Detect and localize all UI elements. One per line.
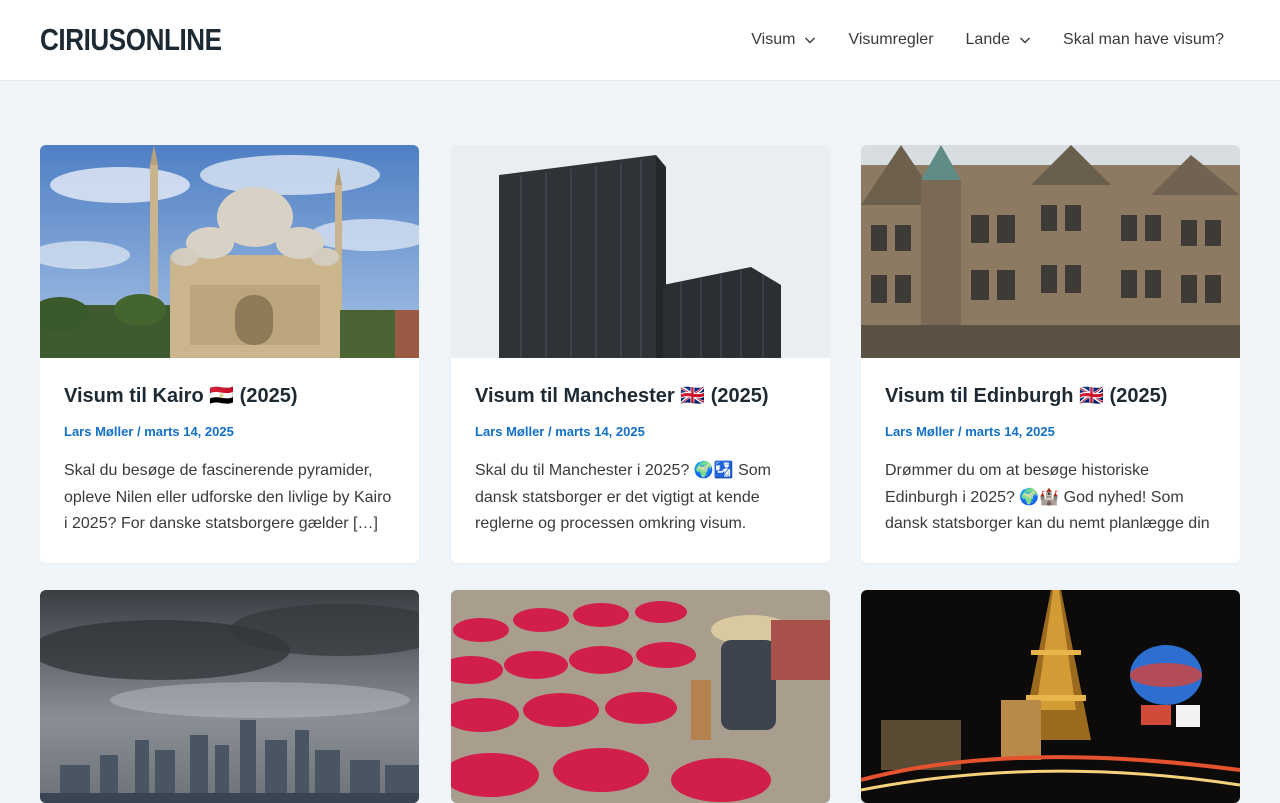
nav-item-label: Lande [965,31,1011,48]
meta-separator: / [954,424,966,439]
post-card: Visum til Kairo 🇪🇬 (2025) Lars Møller / … [40,145,419,563]
post-meta: Lars Møller / marts 14, 2025 [475,424,806,440]
post-title[interactable]: Visum til Kairo 🇪🇬 (2025) [64,382,395,410]
chevron-down-icon [804,34,816,46]
post-thumbnail-incense[interactable] [451,590,830,803]
post-thumbnail-edinburgh[interactable] [861,145,1240,358]
site-logo[interactable]: CIRIUSONLINE [40,23,222,57]
post-author-link[interactable]: Lars Møller [885,424,954,439]
post-excerpt: Skal du til Manchester i 2025? 🌍🛂 Som da… [475,462,771,532]
post-meta: Lars Møller / marts 14, 2025 [64,424,395,440]
post-title[interactable]: Visum til Edinburgh 🇬🇧 (2025) [885,382,1216,410]
post-title[interactable]: Visum til Manchester 🇬🇧 (2025) [475,382,806,410]
post-card: Visum til Edinburgh 🇬🇧 (2025) Lars Mølle… [861,145,1240,563]
nav-item-skal-man-have-visum[interactable]: Skal man have visum? [1047,0,1240,80]
post-author-link[interactable]: Lars Møller [64,424,133,439]
meta-separator: / [544,424,556,439]
chevron-down-icon [1019,34,1031,46]
site-header: CIRIUSONLINE Visum Visumregler Lande Ska… [0,0,1280,81]
post-author-link[interactable]: Lars Møller [475,424,544,439]
nav-item-label: Visumregler [848,31,934,48]
post-date[interactable]: marts 14, 2025 [965,424,1055,439]
nav-item-lande[interactable]: Lande [950,0,1048,80]
nav-item-visum[interactable]: Visum [735,0,832,80]
post-date[interactable]: marts 14, 2025 [555,424,645,439]
post-card: Visum til Manchester 🇬🇧 (2025) Lars Møll… [451,145,830,563]
post-thumbnail-manchester[interactable] [451,145,830,358]
nav-item-visumregler[interactable]: Visumregler [832,0,949,80]
post-card [40,590,419,803]
post-card [861,590,1240,803]
post-thumbnail-kairo[interactable] [40,145,419,358]
nav-item-label: Skal man have visum? [1063,31,1224,48]
post-meta: Lars Møller / marts 14, 2025 [885,424,1216,440]
main-navigation: Visum Visumregler Lande Skal man have vi… [735,0,1240,80]
post-card [451,590,830,803]
post-thumbnail-las-vegas[interactable] [861,590,1240,803]
post-date[interactable]: marts 14, 2025 [144,424,234,439]
meta-separator: / [133,424,145,439]
post-excerpt: Drømmer du om at besøge historiske Edinb… [885,462,1210,532]
post-excerpt: Skal du besøge de fascinerende pyramider… [64,462,392,532]
nav-item-label: Visum [751,31,796,48]
post-thumbnail-skyline[interactable] [40,590,419,803]
